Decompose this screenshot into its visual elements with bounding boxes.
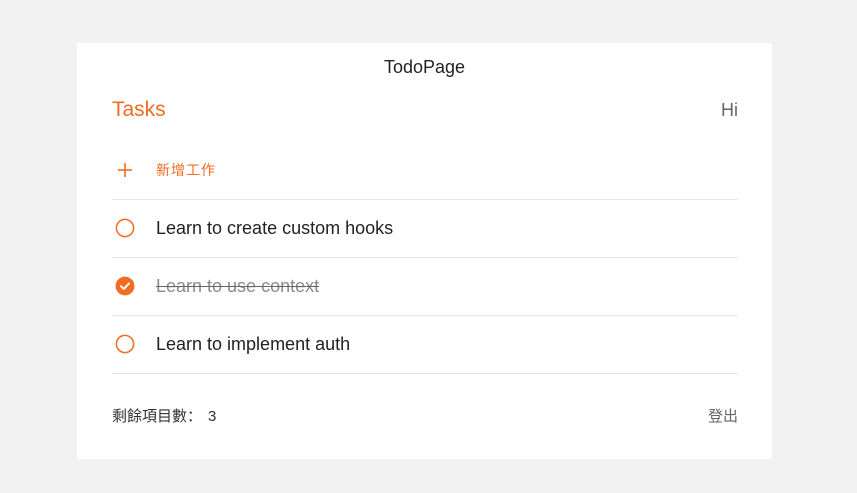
header: Tasks Hi (112, 96, 738, 124)
checked-circle-icon[interactable] (115, 276, 135, 296)
page-title: TodoPage (383, 57, 466, 77)
task-row: Learn to create custom hooks (112, 200, 738, 258)
footer: 剩餘項目數： 3 登出 (112, 405, 738, 429)
add-task-label: 新增工作 (156, 162, 216, 178)
greeting-text: Hi (721, 100, 738, 120)
task-text: Learn to use context (156, 276, 320, 296)
task-text: Learn to create custom hooks (156, 218, 394, 238)
todo-card: TodoPage Tasks Hi 新增工作 Learn to create c… (77, 43, 772, 459)
task-text: Learn to implement auth (156, 334, 351, 354)
remaining-count: 3 (208, 408, 217, 425)
remaining-items: 剩餘項目數： 3 (112, 405, 216, 429)
task-list: 新增工作 Learn to create custom hooks Learn … (112, 142, 738, 374)
tasks-title: Tasks (112, 98, 166, 121)
task-row: Learn to use context (112, 258, 738, 316)
remaining-label: 剩餘項目數： (112, 408, 203, 425)
logout-button[interactable]: 登出 (708, 405, 738, 429)
unchecked-circle-icon[interactable] (115, 334, 135, 354)
unchecked-circle-icon[interactable] (115, 218, 135, 238)
task-row: Learn to implement auth (112, 316, 738, 374)
add-task-button[interactable]: 新增工作 (112, 142, 738, 200)
plus-icon (115, 160, 135, 180)
